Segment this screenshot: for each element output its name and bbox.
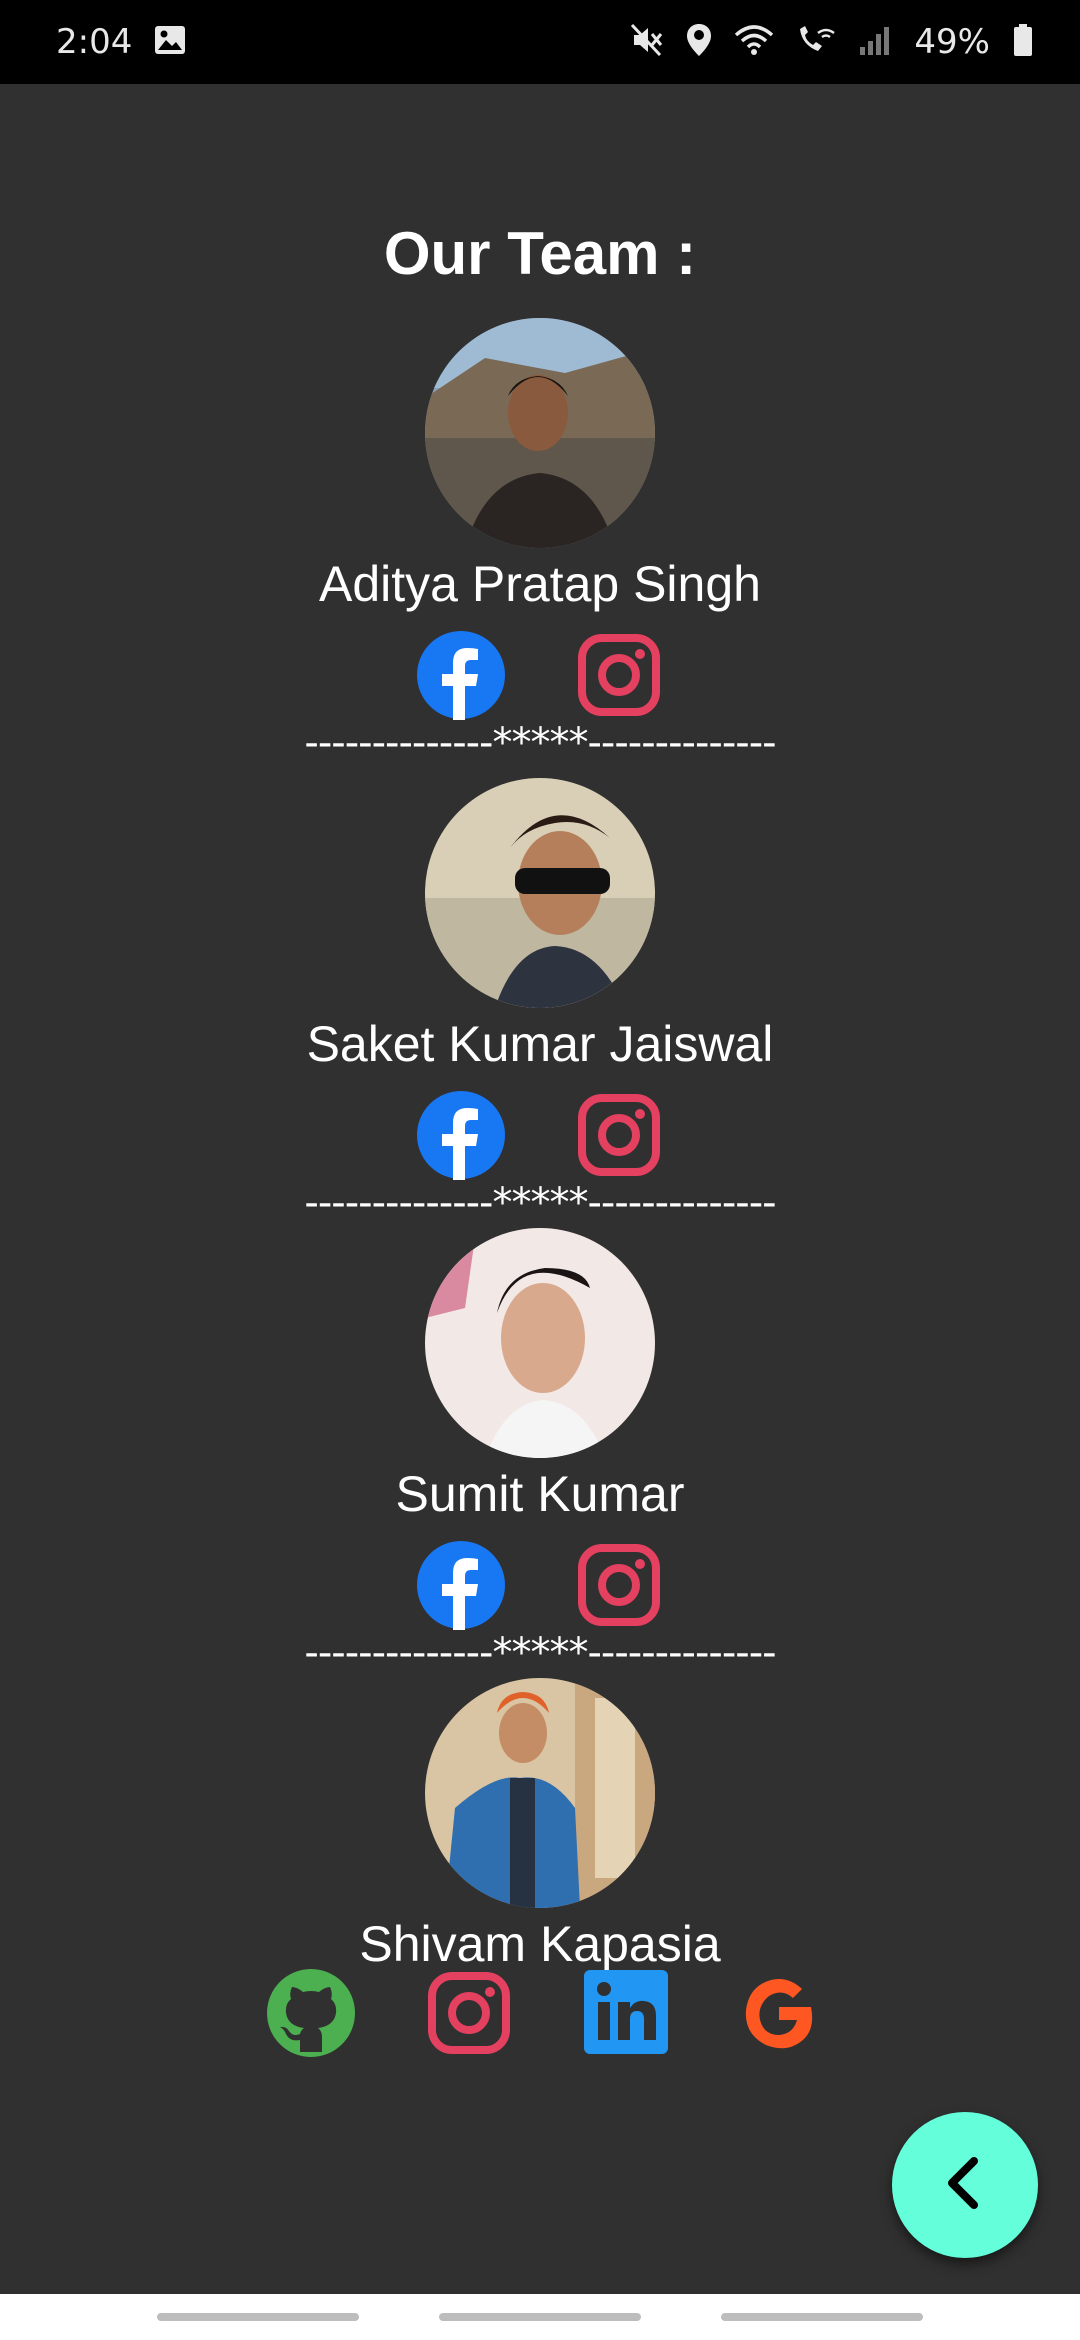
avatar xyxy=(425,1228,655,1458)
nav-pill[interactable] xyxy=(157,2313,359,2321)
page-title: Our Team : xyxy=(383,220,697,287)
navigation-bar xyxy=(0,2294,1080,2340)
nav-pill[interactable] xyxy=(439,2313,641,2321)
divider: --------------*****-------------- xyxy=(304,1180,776,1226)
status-right: 49% xyxy=(630,22,1034,62)
instagram-icon[interactable] xyxy=(424,1968,514,2058)
google-icon[interactable] xyxy=(734,1968,824,2058)
wifi-icon xyxy=(734,23,774,61)
divider: --------------*****-------------- xyxy=(304,720,776,766)
divider: --------------*****-------------- xyxy=(304,1630,776,1676)
battery-icon xyxy=(1012,23,1034,61)
wifi-calling-icon xyxy=(796,23,836,61)
social-links xyxy=(0,1968,1080,2058)
social-links xyxy=(0,630,1080,720)
facebook-icon[interactable] xyxy=(416,1540,506,1630)
member-name: Saket Kumar Jaiswal xyxy=(306,1016,774,1072)
status-bar: 2:04 49% xyxy=(0,0,1080,84)
status-left: 2:04 xyxy=(56,22,186,62)
member-name: Shivam Kapasia xyxy=(359,1916,721,1972)
mute-icon xyxy=(630,23,664,61)
status-time: 2:04 xyxy=(56,22,133,62)
facebook-icon[interactable] xyxy=(416,1090,506,1180)
chevron-left-icon xyxy=(940,2153,990,2218)
facebook-icon[interactable] xyxy=(416,630,506,720)
instagram-icon[interactable] xyxy=(574,630,664,720)
github-icon[interactable] xyxy=(266,1968,356,2058)
avatar xyxy=(425,778,655,1008)
location-icon xyxy=(686,23,712,61)
gallery-icon xyxy=(154,25,186,59)
team-screen: Our Team : Aditya Pratap Singh ---------… xyxy=(0,84,1080,2294)
instagram-icon[interactable] xyxy=(574,1090,664,1180)
social-links xyxy=(0,1540,1080,1630)
linkedin-icon[interactable] xyxy=(582,1968,672,2058)
member-name: Sumit Kumar xyxy=(395,1466,685,1522)
avatar xyxy=(425,318,655,548)
battery-percent: 49% xyxy=(914,22,990,62)
instagram-icon[interactable] xyxy=(574,1540,664,1630)
avatar xyxy=(425,1678,655,1908)
member-name: Aditya Pratap Singh xyxy=(319,556,761,612)
social-links xyxy=(0,1090,1080,1180)
back-button[interactable] xyxy=(892,2112,1038,2258)
nav-pill[interactable] xyxy=(721,2313,923,2321)
signal-icon xyxy=(858,23,892,61)
